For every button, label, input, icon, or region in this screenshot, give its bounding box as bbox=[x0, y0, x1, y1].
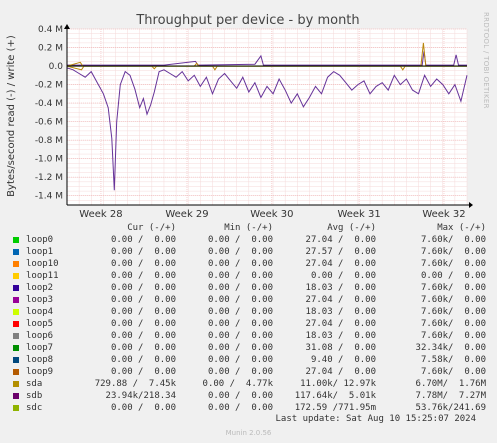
x-tick-label: Week 32 bbox=[422, 209, 465, 220]
x-axis-arrow bbox=[469, 202, 473, 208]
y-tick-labels: 0.4 M 0.2 M 0.0 -0.2 M -0.4 M -0.6 M -0.8 M -1.… bbox=[35, 25, 63, 202]
legend-max: 32.34k/ 0.00 bbox=[415, 343, 486, 353]
y-axis-arrow bbox=[64, 24, 70, 29]
legend-table: Cur (-/+) Min (-/+) Avg (-/+) Max (-/+) … bbox=[10, 222, 490, 414]
legend-max: 53.76k/241.69 bbox=[415, 403, 486, 413]
legend-max: 6.70M/ 1.76M bbox=[415, 379, 486, 389]
legend-row: loop7 0.00 / 0.00 0.00 / 0.00 31.08 / 0.00 3… bbox=[10, 342, 490, 354]
legend-row: loop8 0.00 / 0.00 0.00 / 0.00 9.40 / 0.00 7.… bbox=[10, 354, 490, 366]
chart: Throughput per device - by month Bytes/s… bbox=[6, 12, 490, 220]
legend-row: loop10 0.00 / 0.00 0.00 / 0.00 27.04 / 0.00… bbox=[10, 258, 490, 270]
y-axis-label: Bytes/second read (-) / write (+) bbox=[6, 35, 17, 197]
x-tick-labels: Week 28 Week 29 Week 30 Week 31 Week 32 bbox=[79, 209, 465, 220]
legend-row: loop6 0.00 / 0.00 0.00 / 0.00 18.03 / 0.00 7… bbox=[10, 330, 490, 342]
legend-row: sdb 23.94k/218.34 0.00 / 0.00 117.64k/ 5.01… bbox=[10, 390, 490, 402]
legend-max: 7.60k/ 0.00 bbox=[420, 319, 486, 329]
legend-max: 7.60k/ 0.00 bbox=[420, 235, 486, 245]
x-tick-label: Week 29 bbox=[165, 209, 208, 220]
y-tick-label: 0.4 M bbox=[38, 25, 63, 35]
legend-max: 7.60k/ 0.00 bbox=[420, 295, 486, 305]
legend-max: 7.60k/ 0.00 bbox=[420, 367, 486, 377]
legend-max: 7.60k/ 0.00 bbox=[420, 331, 486, 341]
legend-row: loop2 0.00 / 0.00 0.00 / 0.00 18.03 / 0.00 7… bbox=[10, 282, 490, 294]
chart-title: Throughput per device - by month bbox=[135, 13, 359, 28]
legend-row: loop0 0.00 / 0.00 0.00 / 0.00 27.04 / 0.00 7… bbox=[10, 234, 490, 246]
legend-max: 7.60k/ 0.00 bbox=[420, 307, 486, 317]
y-tick-label: -1.2 M bbox=[35, 173, 63, 183]
y-tick-label: 0.2 M bbox=[38, 44, 63, 54]
legend-max: 7.60k/ 0.00 bbox=[420, 283, 486, 293]
legend-row: sdc 0.00 / 0.00 0.00 / 0.00 172.59 /771.95m… bbox=[10, 402, 490, 414]
rrdtool-side-label: RRDTOOL / TOBI OETIKER bbox=[482, 12, 490, 109]
y-tick-label: -0.8 M bbox=[35, 136, 63, 146]
munin-version: Munin 2.0.56 bbox=[225, 429, 272, 437]
x-tick-label: Week 30 bbox=[250, 209, 293, 220]
legend-row: loop11 0.00 / 0.00 0.00 / 0.00 0.00 / 0.00 0… bbox=[10, 270, 490, 282]
y-tick-label: -0.4 M bbox=[35, 99, 63, 109]
legend-row: sda 729.88 / 7.45k 0.00 / 4.77k 11.00k/ 12.… bbox=[10, 378, 490, 390]
legend-row: loop9 0.00 / 0.00 0.00 / 0.00 27.04 / 0.00 7… bbox=[10, 366, 490, 378]
y-tick-label: -1.0 M bbox=[35, 155, 63, 165]
legend-max: 7.58k/ 0.00 bbox=[420, 355, 486, 365]
y-tick-label: 0.0 bbox=[49, 62, 64, 72]
y-tick-label: -0.6 M bbox=[35, 118, 63, 128]
last-update: Last update: Sat Aug 10 15:25:07 2024 bbox=[275, 414, 476, 424]
legend-max: 0.00 / 0.00 bbox=[420, 271, 486, 281]
legend-row: loop4 0.00 / 0.00 0.00 / 0.00 18.03 / 0.00 7… bbox=[10, 306, 490, 318]
legend-row: loop3 0.00 / 0.00 0.00 / 0.00 27.04 / 0.00 7… bbox=[10, 294, 490, 306]
legend-header: Cur (-/+) Min (-/+) Avg (-/+) Max (-/+) bbox=[10, 222, 490, 234]
legend-row: loop5 0.00 / 0.00 0.00 / 0.00 27.04 / 0.00 7… bbox=[10, 318, 490, 330]
x-tick-label: Week 28 bbox=[79, 209, 122, 220]
legend-max: 7.60k/ 0.00 bbox=[420, 259, 486, 269]
legend-row: loop1 0.00 / 0.00 0.00 / 0.00 27.57 / 0.00 7… bbox=[10, 246, 490, 258]
y-tick-label: -1.4 M bbox=[35, 192, 63, 202]
legend-max: 7.60k/ 0.00 bbox=[420, 247, 486, 257]
legend-max: 7.78M/ 7.27M bbox=[415, 391, 486, 401]
y-tick-label: -0.2 M bbox=[35, 81, 63, 91]
header-max: Max (-/+) bbox=[437, 223, 486, 233]
x-tick-label: Week 31 bbox=[337, 209, 380, 220]
